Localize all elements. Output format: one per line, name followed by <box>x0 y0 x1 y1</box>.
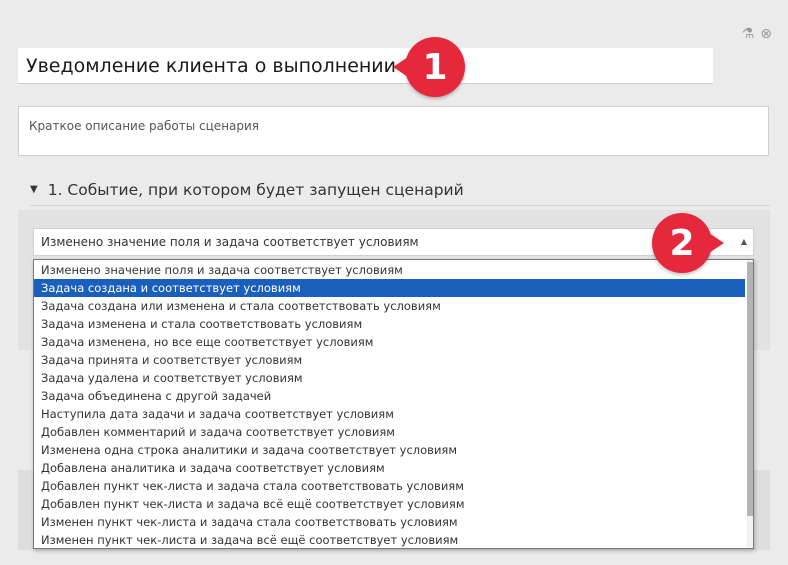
dropdown-option[interactable]: Изменен пункт чек-листа и задача всё ещё… <box>34 531 745 548</box>
trigger-section-title: 1. Событие, при котором будет запущен сц… <box>47 180 464 199</box>
callout-badge-2: 2 <box>652 213 724 273</box>
flask-icon[interactable]: ⚗ <box>742 26 755 42</box>
dropdown-option[interactable]: Задача создана или изменена и стала соот… <box>34 297 745 315</box>
trigger-event-select[interactable]: Изменено значение поля и задача соответс… <box>33 228 754 256</box>
dropdown-option[interactable]: Добавлена аналитика и задача соответству… <box>34 459 745 477</box>
dropdown-option[interactable]: Наступила дата задачи и задача соответст… <box>34 405 745 423</box>
dropdown-option[interactable]: Добавлен комментарий и задача соответств… <box>34 423 745 441</box>
dropdown-option[interactable]: Задача объединена с другой задачей <box>34 387 745 405</box>
scenario-editor-panel: ⚗ ⊗ Краткое описание работы сценария ▼ 1… <box>0 0 788 565</box>
trigger-event-select-value: Изменено значение поля и задача соответс… <box>41 235 419 249</box>
close-circle-icon[interactable]: ⊗ <box>760 26 772 42</box>
scrollbar-thumb[interactable] <box>747 262 753 516</box>
callout-badge-1-number: 1 <box>422 46 448 88</box>
dropdown-option[interactable]: Изменена одна строка аналитики и задача … <box>34 441 745 459</box>
dropdown-option[interactable]: Изменено значение поля и задача соответс… <box>34 261 745 279</box>
dropdown-option[interactable]: Добавлен пункт чек-листа и задача стала … <box>34 477 745 495</box>
description-placeholder: Краткое описание работы сценария <box>29 119 260 133</box>
dropdown-option[interactable]: Задача изменена, но все еще соответствуе… <box>34 333 745 351</box>
dropdown-option[interactable]: Задача создана и соответствует условиям <box>34 279 745 297</box>
dropdown-scrollbar[interactable] <box>747 260 753 548</box>
dropdown-option[interactable]: Изменен пункт чек-листа и задача стала с… <box>34 513 745 531</box>
dropdown-option[interactable]: Задача изменена и стала соответствовать … <box>34 315 745 333</box>
trigger-section-header[interactable]: ▼ 1. Событие, при котором будет запущен … <box>30 178 770 206</box>
callout-badge-1: 1 <box>393 37 465 97</box>
scenario-title-input[interactable] <box>18 48 713 84</box>
dropdown-option[interactable]: Добавлен пункт чек-листа и задача всё ещ… <box>34 495 745 513</box>
collapse-caret-icon[interactable]: ▼ <box>30 184 38 195</box>
callout-pointer <box>706 231 724 255</box>
dropdown-arrow-up-icon[interactable]: ▲ <box>741 237 747 246</box>
scenario-description-field[interactable]: Краткое описание работы сценария <box>18 106 769 156</box>
top-icons: ⚗ ⊗ <box>742 26 772 42</box>
dropdown-option[interactable]: Задача удалена и соответствует условиям <box>34 369 745 387</box>
trigger-event-dropdown-list[interactable]: Изменено значение поля и задача соответс… <box>33 259 754 549</box>
dropdown-option[interactable]: Задача принята и соответствует условиям <box>34 351 745 369</box>
callout-badge-2-number: 2 <box>669 222 695 264</box>
callout-pointer <box>393 55 411 79</box>
